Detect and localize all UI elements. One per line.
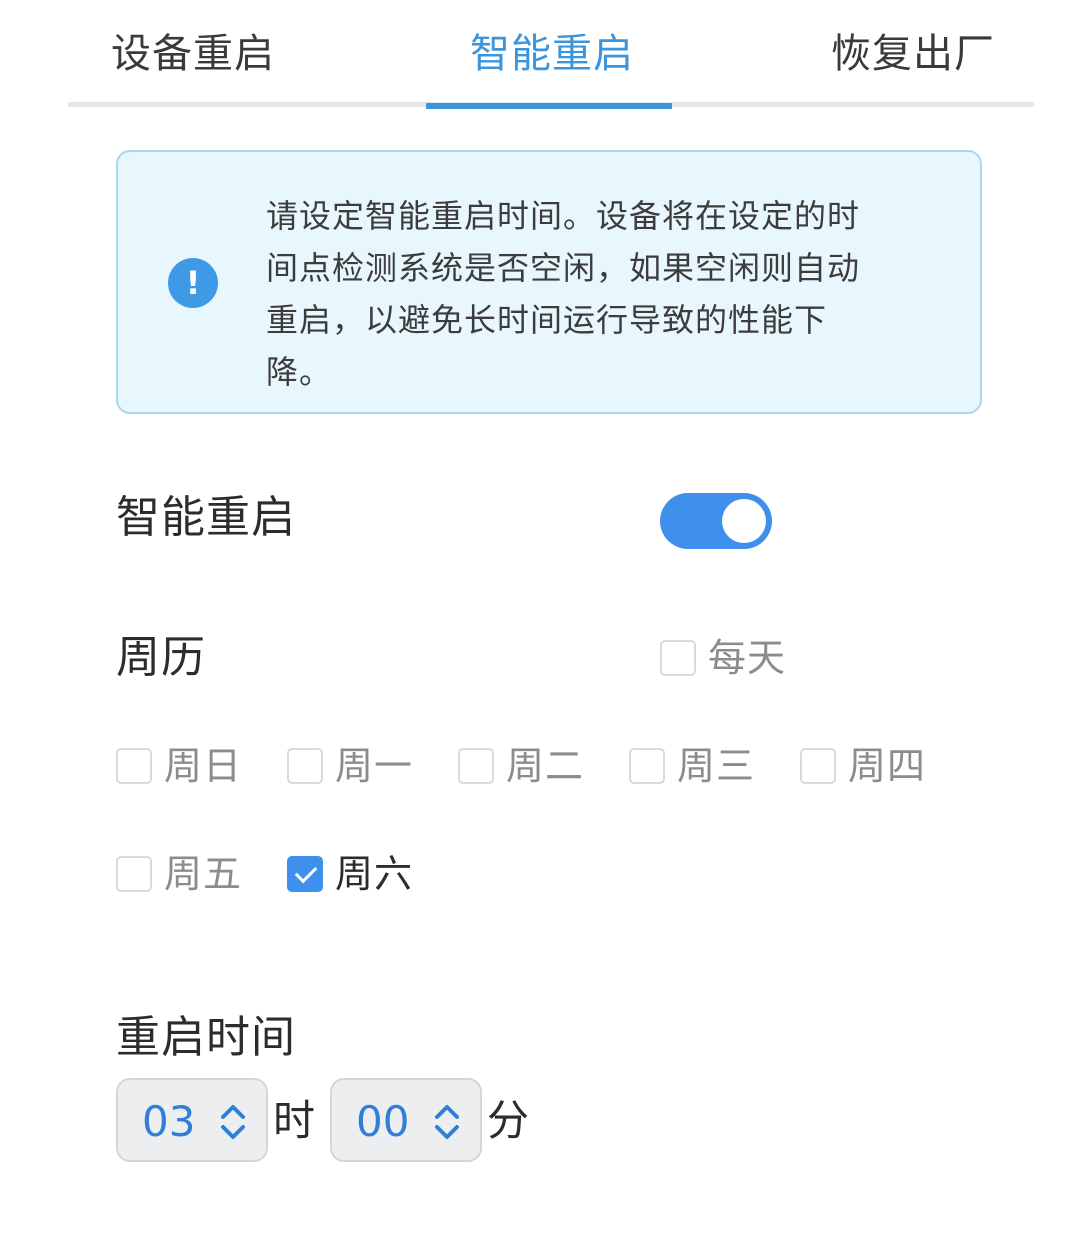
notice-text: 请设定智能重启时间。设备将在设定的时间点检测系统是否空闲，如果空闲则自动重启，以… — [266, 197, 861, 391]
checkbox-tuesday[interactable]: 周二 — [458, 744, 584, 788]
tab-bar: 设备重启 智能重启 恢复出厂 — [68, 0, 1034, 110]
hour-picker[interactable]: 03 — [116, 1078, 268, 1162]
checkbox-label: 周四 — [848, 744, 927, 788]
calendar-label: 周历 — [116, 632, 206, 683]
tab-smart-reboot[interactable]: 智能重启 — [470, 30, 634, 78]
info-exclamation-icon: ! — [168, 258, 218, 308]
checkbox-box[interactable] — [660, 640, 696, 676]
reboot-time-label: 重启时间 — [116, 1012, 296, 1063]
tab-factory-reset[interactable]: 恢复出厂 — [831, 30, 995, 78]
hour-value: 03 — [142, 1097, 196, 1146]
checkbox-label: 周五 — [164, 852, 243, 896]
checkbox-label: 周一 — [335, 744, 414, 788]
checkbox-wednesday[interactable]: 周三 — [629, 744, 755, 788]
info-notice: ! 请设定智能重启时间。设备将在设定的时间点检测系统是否空闲，如果空闲则自动重启… — [116, 150, 982, 414]
checkbox-label: 周日 — [164, 744, 243, 788]
minute-unit: 分 — [487, 1096, 530, 1145]
smart-reboot-toggle[interactable] — [660, 493, 772, 549]
checkbox-label: 每天 — [708, 636, 787, 680]
checkbox-box[interactable] — [116, 748, 152, 784]
minute-picker[interactable]: 00 — [330, 1078, 482, 1162]
checkbox-box[interactable] — [287, 748, 323, 784]
checkbox-box[interactable] — [800, 748, 836, 784]
active-tab-indicator — [426, 103, 672, 109]
checkbox-thursday[interactable]: 周四 — [800, 744, 926, 788]
checkbox-daily[interactable]: 每天 — [660, 636, 786, 680]
checkbox-label: 周三 — [677, 744, 756, 788]
checkbox-label: 周二 — [506, 744, 585, 788]
tab-device-reboot[interactable]: 设备重启 — [111, 30, 275, 78]
up-down-chevron-icon[interactable] — [218, 1102, 248, 1142]
checkbox-monday[interactable]: 周一 — [287, 744, 413, 788]
minute-value: 00 — [356, 1097, 410, 1146]
toggle-knob — [722, 499, 766, 543]
checkbox-box[interactable] — [629, 748, 665, 784]
up-down-chevron-icon[interactable] — [432, 1102, 462, 1142]
checkbox-saturday[interactable]: 周六 — [287, 852, 413, 896]
smart-reboot-label: 智能重启 — [116, 492, 296, 543]
hour-unit: 时 — [273, 1096, 316, 1145]
checkbox-box[interactable] — [116, 856, 152, 892]
checkbox-box-checked[interactable] — [287, 856, 323, 892]
checkbox-label: 周六 — [335, 852, 414, 896]
checkbox-box[interactable] — [458, 748, 494, 784]
checkbox-sunday[interactable]: 周日 — [116, 744, 242, 788]
checkbox-friday[interactable]: 周五 — [116, 852, 242, 896]
